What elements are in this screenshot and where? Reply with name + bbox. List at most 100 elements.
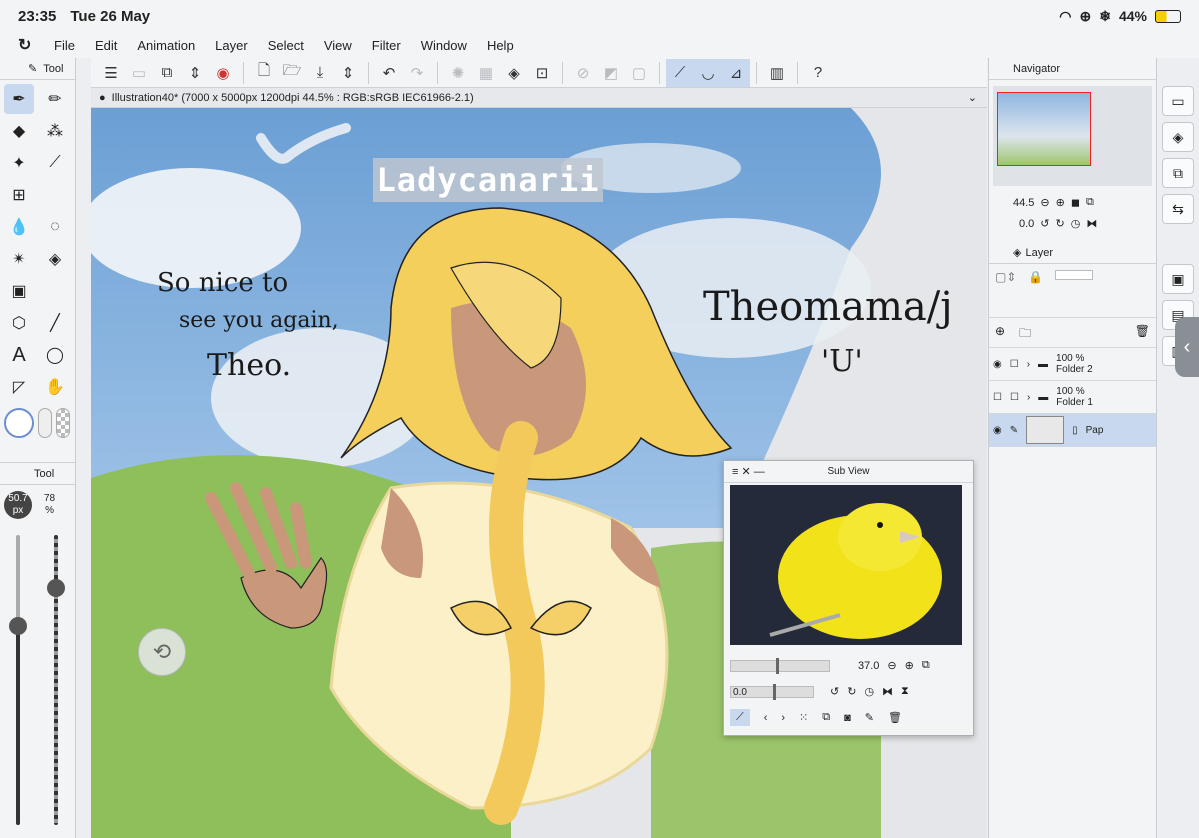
next-icon[interactable]: › (781, 712, 785, 724)
text-tool-icon[interactable]: A (4, 340, 34, 370)
new-canvas-icon[interactable]: ▭ (125, 59, 153, 87)
lock-icon[interactable]: 🔒 (1028, 270, 1043, 311)
rotate-left-icon[interactable]: ↺ (1040, 217, 1049, 230)
snap-special-ruler-icon[interactable]: ◡ (694, 58, 722, 87)
sub-view-zoom-slider[interactable] (730, 657, 830, 674)
pen-tool-icon[interactable]: ✒ (4, 84, 34, 114)
selection-border-icon[interactable]: ▢ (625, 59, 653, 87)
chevron-right-icon[interactable]: › (1027, 359, 1030, 370)
eye-hidden-icon[interactable]: ☐ (993, 392, 1002, 403)
menu-view[interactable]: View (324, 38, 352, 53)
menu-filter[interactable]: Filter (372, 38, 401, 53)
balloon-tool-icon[interactable]: ◯ (40, 340, 70, 370)
chevron-updown-icon[interactable]: ⇕ (334, 59, 362, 87)
zoom-in-icon[interactable]: ⊕ (905, 659, 914, 672)
line-tool-icon[interactable]: ╱ (40, 308, 70, 338)
zoom-out-icon[interactable]: ⊖ (1040, 196, 1049, 209)
open-folder-icon[interactable]: 🗁 (278, 59, 306, 87)
edit-icon[interactable]: ✎ (865, 711, 874, 724)
flip-vertical-icon[interactable]: ⧗ (901, 685, 909, 698)
transform-tool-icon[interactable]: ⊞ (4, 180, 34, 210)
flip-icon[interactable]: ⧓ (1086, 217, 1097, 230)
invert-selection-icon[interactable]: ◩ (597, 59, 625, 87)
clear-icon[interactable]: ▦ (472, 59, 500, 87)
menu-edit[interactable]: Edit (95, 38, 117, 53)
tab-tool-property[interactable]: Tool (0, 463, 76, 485)
trash-icon[interactable]: 🗑 (1135, 324, 1150, 341)
rotate-right-icon[interactable]: ↻ (847, 685, 856, 698)
save-icon[interactable]: ⤓ (306, 59, 334, 87)
sparkle-tool-icon[interactable]: ✦ (4, 148, 34, 178)
blend-mode-select[interactable]: ▢⇕ (995, 270, 1016, 311)
navigator-preview[interactable] (993, 86, 1152, 186)
menu-select[interactable]: Select (268, 38, 304, 53)
zoom-out-icon[interactable]: ⊖ (887, 659, 896, 672)
3d-tool-icon[interactable]: ⬡ (4, 308, 34, 338)
trash-icon[interactable]: 🗑 (888, 711, 902, 724)
camera-icon[interactable]: ◙ (844, 712, 851, 724)
ruler-tool-icon[interactable]: ◸ (4, 372, 34, 402)
expand-icon[interactable]: ⇕ (181, 59, 209, 87)
eye-icon[interactable]: ◉ (993, 425, 1002, 436)
pencil-tool-icon[interactable]: ✏ (40, 84, 70, 114)
stop-icon[interactable]: ◼ (1071, 196, 1080, 209)
app-logo-icon[interactable]: ↻ (18, 35, 40, 55)
rotate-right-icon[interactable]: ↻ (1056, 217, 1065, 230)
import-image-icon[interactable]: ⧉ (822, 711, 830, 724)
checkbox[interactable]: ☐ (1010, 392, 1019, 403)
sub-view-controls[interactable]: ≡ ✕ — (732, 465, 765, 478)
side-drawer-handle-icon[interactable]: ‹ (1175, 317, 1199, 377)
zoom-in-icon[interactable]: ⊕ (1056, 196, 1065, 209)
brush-size-knob[interactable] (9, 617, 27, 635)
bucket-tool-icon[interactable]: ◈ (40, 244, 70, 274)
checkbox[interactable]: ☐ (1010, 359, 1019, 370)
main-color-swatch[interactable] (4, 408, 34, 438)
layer-row[interactable]: ◉ ☐ › ▬ 100 % Folder 2 (989, 348, 1156, 381)
record-icon[interactable]: ◉ (209, 59, 237, 87)
history-icon[interactable]: ⇆ (1162, 194, 1194, 224)
redo-icon[interactable]: ↷ (403, 59, 431, 87)
fill-icon[interactable]: ◈ (500, 59, 528, 87)
layer-row[interactable]: ◉ ✎ ▯ Pap (989, 414, 1156, 447)
document-tab[interactable]: ● Illustration40* (7000 x 5000px 1200dpi… (91, 88, 987, 108)
chevron-right-icon[interactable]: › (1027, 392, 1030, 403)
tab-layer[interactable]: ◈ Layer (989, 242, 1156, 264)
layer-property-icon[interactable]: ⧉ (1162, 158, 1194, 188)
eyedropper-tool-icon[interactable]: ⟋ (40, 148, 70, 178)
fit-screen-icon[interactable]: ⧉ (1086, 196, 1094, 209)
menu-help[interactable]: Help (487, 38, 514, 53)
reset-rotation-icon[interactable]: ◷ (864, 685, 874, 698)
loading-icon[interactable]: ✺ (444, 59, 472, 87)
sub-view-rotation-slider[interactable]: 0.0 (730, 683, 814, 700)
reference-image[interactable] (730, 485, 962, 645)
deselect-icon[interactable]: ⊘ (569, 59, 597, 87)
quick-access-icon[interactable]: ⧉ (153, 59, 181, 87)
menu-animation[interactable]: Animation (137, 38, 195, 53)
hand-tool-icon[interactable]: ✋ (40, 372, 70, 402)
tab-tool[interactable]: ✎ Tool (0, 58, 75, 80)
sub-view-icon[interactable]: ▣ (1162, 264, 1194, 294)
panel-toggle-icon[interactable]: ▭ (1162, 86, 1194, 116)
menu-file[interactable]: File (54, 38, 75, 53)
layers-icon[interactable]: ◈ (1162, 122, 1194, 152)
lasso-tool-icon[interactable]: ◌ (40, 212, 70, 242)
reset-rotation-icon[interactable]: ◷ (1071, 217, 1081, 230)
eye-icon[interactable]: ◉ (993, 359, 1002, 370)
hamburger-icon[interactable]: ☰ (97, 59, 125, 87)
brush-opacity-knob[interactable] (47, 579, 65, 597)
flip-horizontal-icon[interactable]: ⧓ (882, 685, 893, 698)
sub-color-swatch[interactable] (38, 408, 52, 438)
snap-grid-icon[interactable]: ⊿ (722, 58, 750, 87)
blend-tool-icon[interactable]: 💧 (4, 212, 34, 242)
auto-select-tool-icon[interactable]: ✴ (4, 244, 34, 274)
eraser-tool-icon[interactable]: ◆ (4, 116, 34, 146)
opacity-field[interactable] (1055, 270, 1094, 280)
menu-layer[interactable]: Layer (215, 38, 248, 53)
sub-view-header[interactable]: ≡ ✕ — Sub View (724, 461, 973, 483)
chevron-down-icon[interactable]: ⌄ (968, 91, 977, 104)
snap-ruler-icon[interactable]: ⟋ (666, 58, 694, 87)
grid-icon[interactable]: ⁙ (799, 711, 808, 724)
device-settings-icon[interactable]: ▥ (763, 59, 791, 87)
tab-navigator[interactable]: Navigator (989, 58, 1156, 80)
previous-icon[interactable]: ‹ (764, 712, 768, 724)
